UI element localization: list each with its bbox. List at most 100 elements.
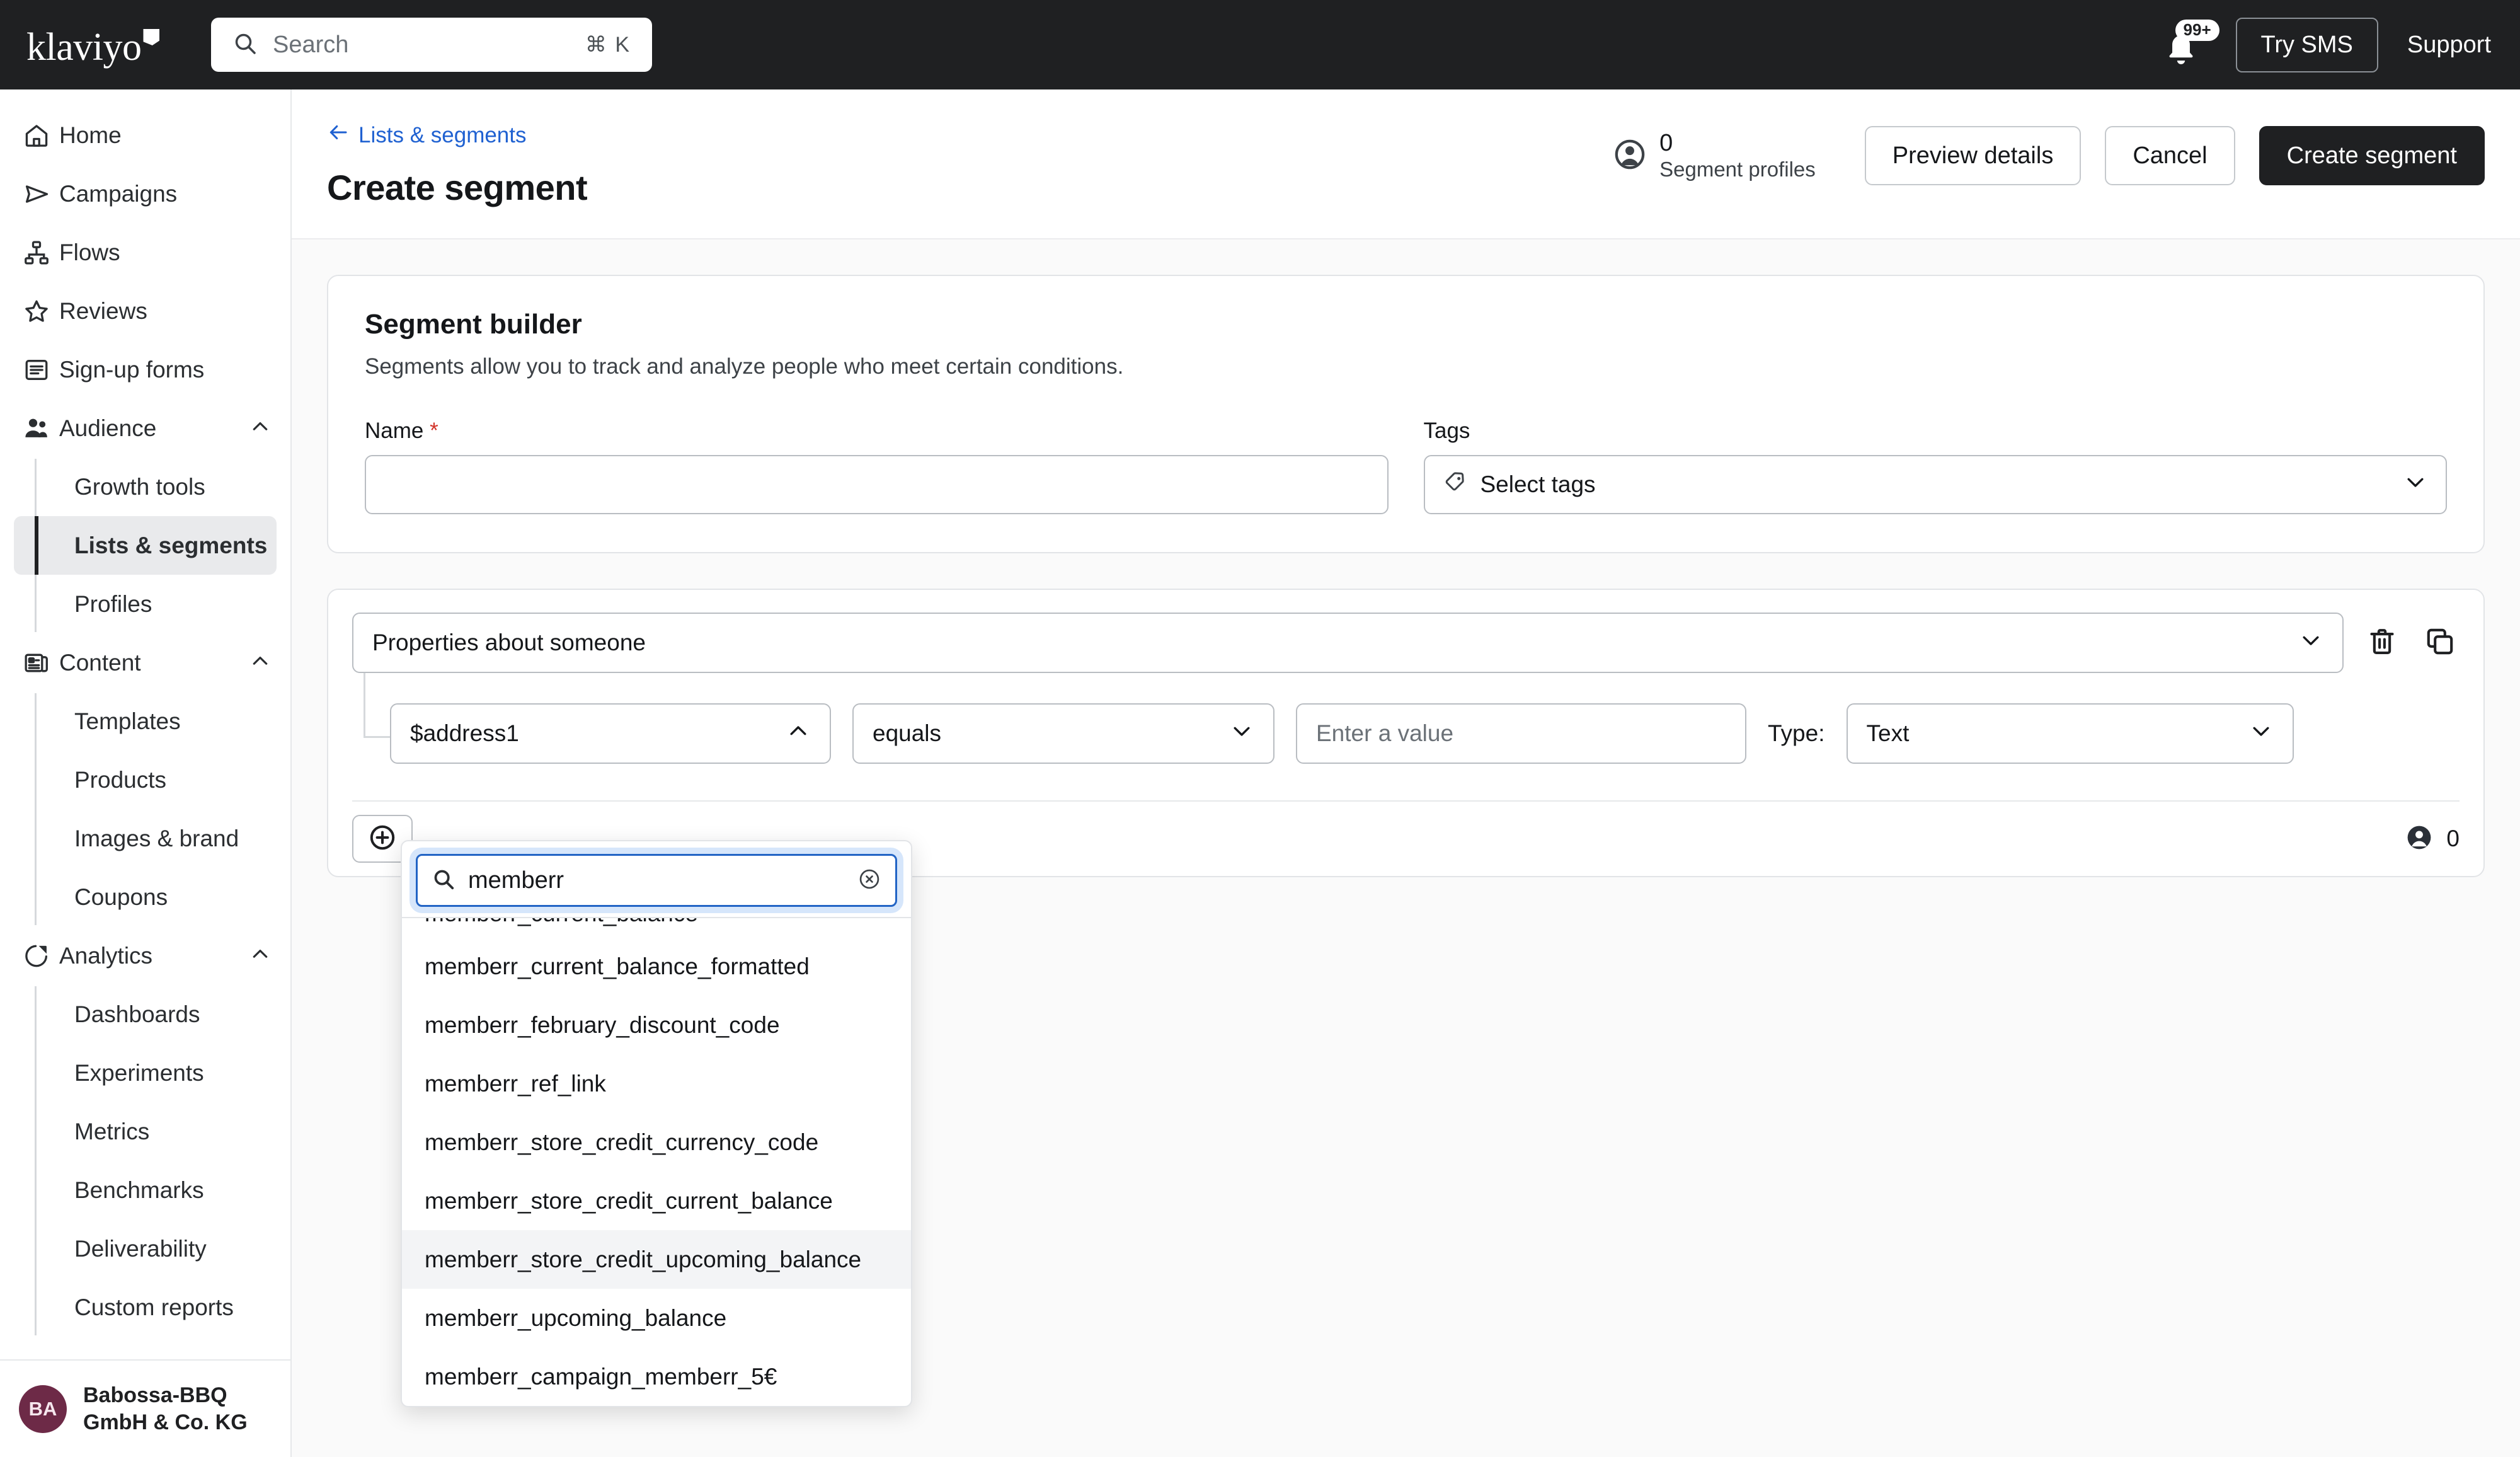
notifications-button[interactable]: 99+ bbox=[2162, 20, 2219, 67]
page-header-actions: 0 Segment profiles Preview details Cance… bbox=[1613, 126, 2485, 185]
segment-builder-card: Segment builder Segments allow you to tr… bbox=[327, 275, 2485, 553]
condition-profiles-count: 0 bbox=[2405, 823, 2460, 855]
tag-icon bbox=[1443, 469, 1468, 500]
chevron-up-icon bbox=[249, 650, 272, 676]
sidebar-subnav-content: Templates Products Images & brand Coupon… bbox=[0, 692, 290, 926]
preview-details-button[interactable]: Preview details bbox=[1864, 126, 2082, 185]
tags-field-group: Tags Select tags bbox=[1423, 418, 2447, 514]
list-item[interactable]: memberr_current_balance bbox=[402, 918, 911, 937]
required-marker: * bbox=[430, 418, 438, 443]
sidebar-item-lists-segments[interactable]: Lists & segments bbox=[14, 516, 277, 575]
account-name: Babossa-BBQ GmbH & Co. KG bbox=[83, 1382, 248, 1436]
content-icon bbox=[23, 649, 59, 677]
sidebar-item-flows[interactable]: Flows bbox=[0, 223, 290, 282]
top-navigation-bar: klaviyo Search ⌘ K 99+ Try SMS Support bbox=[0, 0, 2520, 89]
list-item[interactable]: memberr_february_discount_code bbox=[402, 996, 911, 1054]
sidebar-item-dashboards[interactable]: Dashboards bbox=[14, 985, 277, 1044]
operator-select-value: equals bbox=[873, 720, 942, 746]
duplicate-condition-button[interactable] bbox=[2420, 623, 2460, 662]
pie-icon bbox=[23, 942, 59, 970]
account-switcher[interactable]: BA Babossa-BBQ GmbH & Co. KG bbox=[0, 1359, 290, 1457]
dropdown-search-value: memberr bbox=[468, 867, 564, 894]
trash-icon bbox=[2366, 625, 2398, 661]
operator-select[interactable]: equals bbox=[852, 703, 1274, 764]
sidebar-item-reviews[interactable]: Reviews bbox=[0, 282, 290, 340]
dropdown-option-label: memberr_store_credit_currency_code bbox=[425, 1129, 819, 1155]
breadcrumb-back-link[interactable]: Lists & segments bbox=[327, 121, 527, 149]
dropdown-option-label: memberr_current_balance bbox=[425, 918, 698, 927]
sidebar-subitem-label: Growth tools bbox=[74, 473, 205, 500]
condition-group-type-select[interactable]: Properties about someone bbox=[352, 613, 2344, 673]
list-item[interactable]: memberr_store_credit_currency_code bbox=[402, 1113, 911, 1172]
condition-group-card: Properties about someone $address1 equal… bbox=[327, 589, 2485, 877]
segment-builder-title: Segment builder bbox=[365, 309, 582, 340]
tags-select[interactable]: Select tags bbox=[1423, 455, 2447, 514]
name-input[interactable] bbox=[365, 455, 1389, 514]
support-link[interactable]: Support bbox=[2407, 32, 2491, 59]
sidebar-item-products[interactable]: Products bbox=[14, 751, 277, 809]
account-name-line1: Babossa-BBQ bbox=[83, 1383, 227, 1407]
search-icon bbox=[432, 867, 455, 894]
breadcrumb-label: Lists & segments bbox=[358, 122, 527, 147]
condition-row: $address1 equals Enter a value Type: Tex… bbox=[390, 703, 2460, 764]
dropdown-option-label: memberr_current_balance_formatted bbox=[425, 953, 810, 979]
try-sms-button[interactable]: Try SMS bbox=[2235, 17, 2378, 72]
sidebar-group-content[interactable]: Content bbox=[0, 633, 290, 692]
sidebar-item-home[interactable]: Home bbox=[0, 106, 290, 164]
sidebar-item-profiles[interactable]: Profiles bbox=[14, 575, 277, 633]
logo-flag-icon bbox=[143, 29, 160, 45]
list-item[interactable]: memberr_campaign_memberr_5€ bbox=[402, 1347, 911, 1406]
sidebar-item-campaigns[interactable]: Campaigns bbox=[0, 164, 290, 223]
create-segment-button[interactable]: Create segment bbox=[2259, 126, 2485, 185]
sidebar-item-deliverability[interactable]: Deliverability bbox=[14, 1219, 277, 1278]
sidebar-group-label: Content bbox=[59, 649, 141, 676]
plus-circle-icon bbox=[367, 822, 398, 856]
global-search-input[interactable]: Search ⌘ K bbox=[211, 18, 652, 72]
copy-icon bbox=[2424, 625, 2456, 661]
list-item[interactable]: memberr_ref_link bbox=[402, 1054, 911, 1113]
chevron-up-icon bbox=[786, 718, 811, 749]
dropdown-option-label: memberr_ref_link bbox=[425, 1070, 606, 1097]
sidebar-item-label: Home bbox=[59, 122, 122, 148]
dropdown-option-label: memberr_campaign_memberr_5€ bbox=[425, 1363, 777, 1390]
dropdown-search-input[interactable]: memberr bbox=[416, 854, 897, 907]
sidebar-item-benchmarks[interactable]: Benchmarks bbox=[14, 1161, 277, 1219]
account-name-line2: GmbH & Co. KG bbox=[83, 1410, 248, 1434]
sidebar-subitem-label: Experiments bbox=[74, 1059, 204, 1086]
sidebar-item-custom-reports[interactable]: Custom reports bbox=[14, 1278, 277, 1337]
list-item[interactable]: memberr_store_credit_upcoming_balance bbox=[402, 1230, 911, 1289]
sidebar-item-signup-forms[interactable]: Sign-up forms bbox=[0, 340, 290, 399]
list-item[interactable]: memberr_store_credit_current_balance bbox=[402, 1172, 911, 1230]
sidebar-nav: Home Campaigns Flows Reviews Sign-up for… bbox=[0, 89, 290, 1337]
sidebar-subitem-label: Images & brand bbox=[74, 825, 239, 851]
sidebar-subitem-label: Products bbox=[74, 766, 167, 793]
sidebar-item-metrics[interactable]: Metrics bbox=[14, 1102, 277, 1161]
clear-circle-icon[interactable] bbox=[857, 867, 881, 894]
dropdown-option-list[interactable]: memberr_current_balance memberr_current_… bbox=[402, 917, 911, 1406]
sidebar-item-experiments[interactable]: Experiments bbox=[14, 1044, 277, 1102]
cancel-button[interactable]: Cancel bbox=[2105, 126, 2235, 185]
dropdown-option-label: memberr_february_discount_code bbox=[425, 1011, 780, 1038]
sidebar-item-coupons[interactable]: Coupons bbox=[14, 868, 277, 926]
arrow-left-icon bbox=[327, 121, 350, 149]
property-select[interactable]: $address1 bbox=[390, 703, 831, 764]
sidebar-subitem-label: Benchmarks bbox=[74, 1177, 204, 1203]
flows-icon bbox=[23, 239, 59, 267]
type-select[interactable]: Text bbox=[1846, 703, 2294, 764]
sidebar-item-growth-tools[interactable]: Growth tools bbox=[14, 458, 277, 516]
person-icon bbox=[2405, 823, 2434, 855]
dropdown-option-label: memberr_upcoming_balance bbox=[425, 1304, 727, 1331]
delete-condition-button[interactable] bbox=[2362, 623, 2402, 662]
value-input[interactable]: Enter a value bbox=[1296, 703, 1746, 764]
klaviyo-logo[interactable]: klaviyo bbox=[26, 25, 184, 67]
sidebar-subitem-label: Dashboards bbox=[74, 1001, 200, 1027]
top-bar-actions: 99+ Try SMS Support bbox=[2162, 0, 2491, 89]
sidebar-group-audience[interactable]: Audience bbox=[0, 399, 290, 458]
sidebar-item-images-brand[interactable]: Images & brand bbox=[14, 809, 277, 868]
sidebar-item-label: Campaigns bbox=[59, 180, 178, 207]
sidebar-group-analytics[interactable]: Analytics bbox=[0, 926, 290, 985]
segment-profiles-count: 0 bbox=[1659, 130, 1673, 157]
list-item[interactable]: memberr_upcoming_balance bbox=[402, 1289, 911, 1347]
list-item[interactable]: memberr_current_balance_formatted bbox=[402, 937, 911, 996]
sidebar-item-templates[interactable]: Templates bbox=[14, 692, 277, 751]
